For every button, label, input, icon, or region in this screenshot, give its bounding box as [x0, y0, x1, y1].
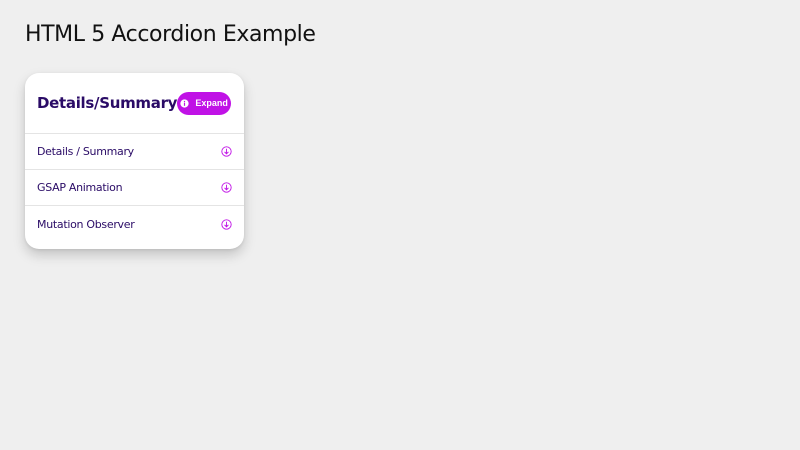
arrow-down-circle-icon: [221, 218, 232, 230]
arrow-down-circle-icon: [221, 182, 232, 193]
accordion-item-label: Mutation Observer: [37, 217, 135, 231]
accordion-item-label: Details / Summary: [37, 145, 134, 158]
expand-button-label: Expand: [195, 98, 228, 108]
page-title: HTML 5 Accordion Example: [25, 22, 316, 47]
accordion-item-details-summary[interactable]: Details / Summary: [25, 134, 244, 170]
expand-button[interactable]: Expand: [177, 91, 231, 115]
accordion-card: Details/Summary Expand Details / Summary…: [25, 73, 244, 249]
card-title: Details/Summary: [37, 94, 178, 112]
accordion-item-mutation-observer[interactable]: Mutation Observer: [25, 206, 244, 242]
card-header: Details/Summary Expand: [25, 73, 244, 134]
accordion-item-gsap-animation[interactable]: GSAP Animation: [25, 170, 244, 206]
accordion-item-label: GSAP Animation: [37, 181, 123, 194]
arrow-down-circle-icon: [221, 146, 232, 157]
info-circle-icon: [180, 98, 189, 108]
